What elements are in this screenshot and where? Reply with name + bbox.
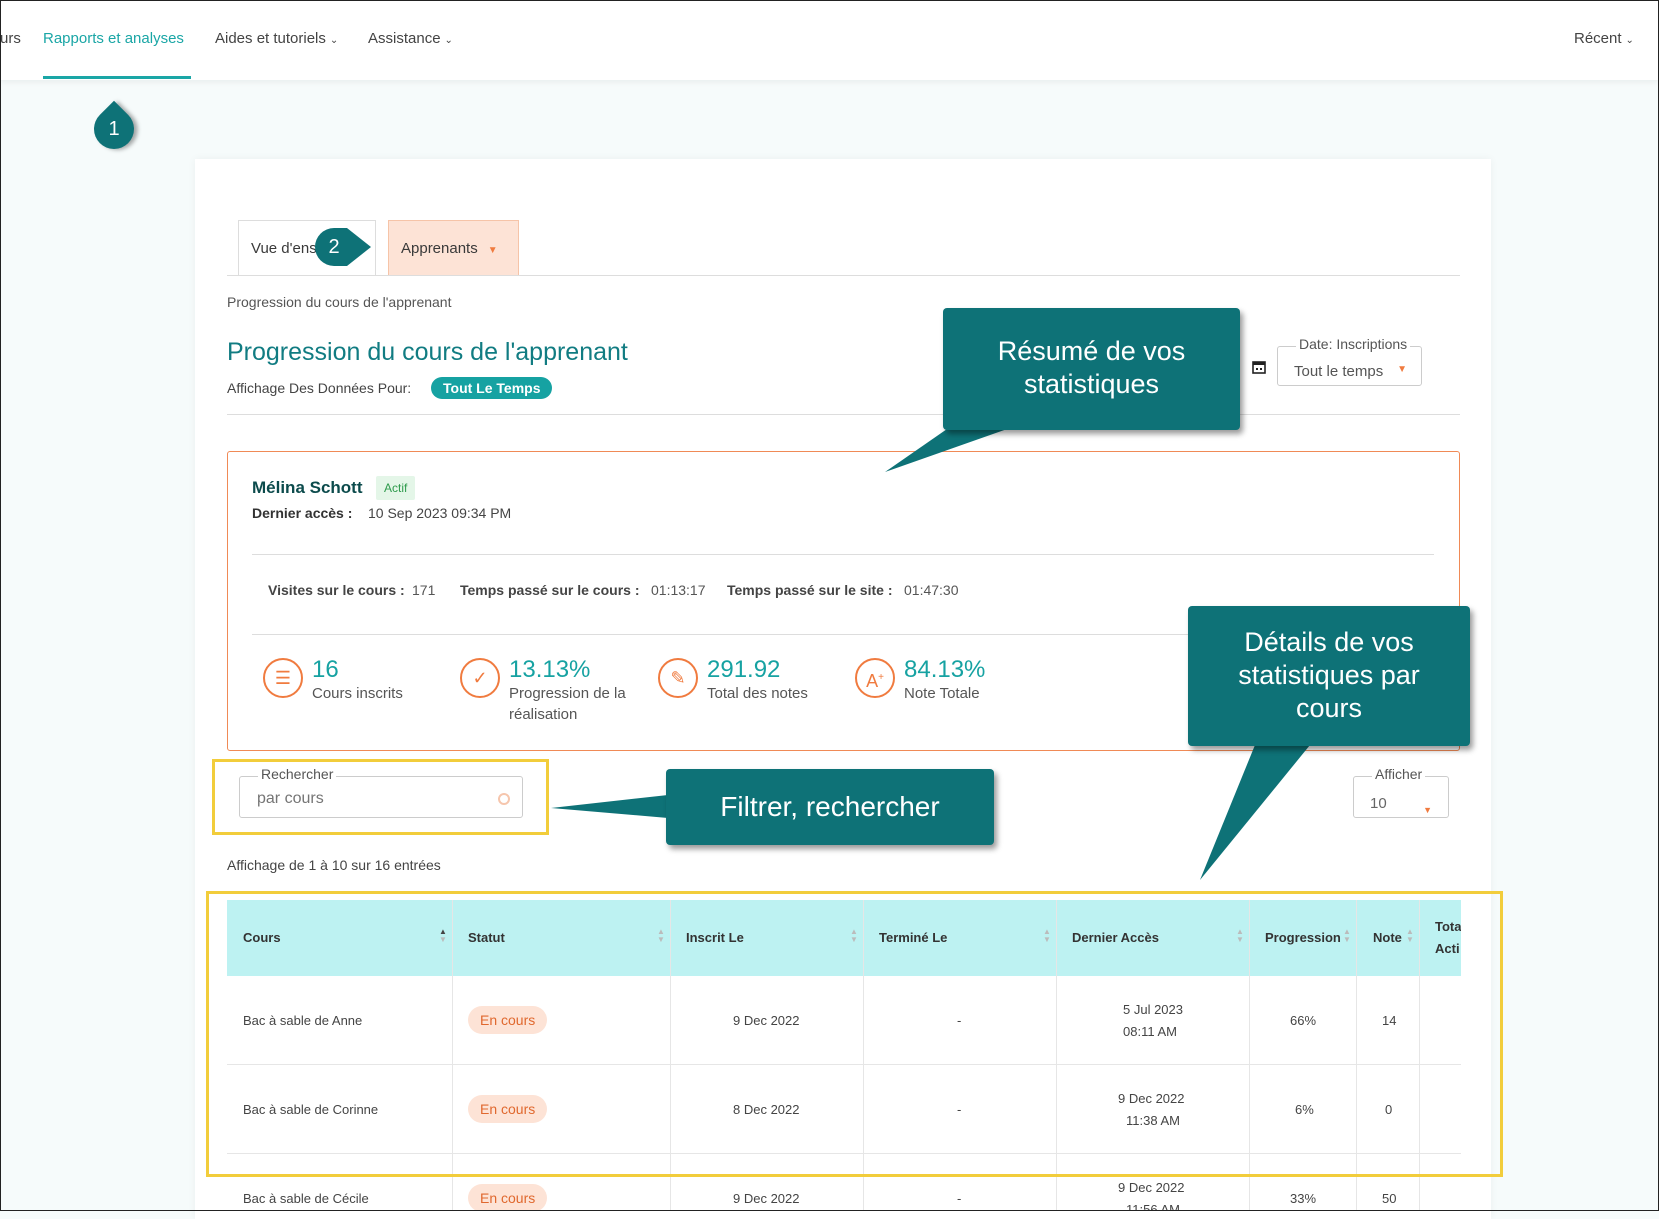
filter-callout-pointer (551, 795, 668, 818)
details-callout-line1: Détails de vos (1244, 627, 1414, 657)
summary-callout: Résumé de vos statistiques (943, 308, 1240, 430)
details-callout-line2: statistiques par (1238, 660, 1420, 690)
details-callout-line3: cours (1295, 693, 1363, 723)
summary-callout-line1: Résumé de vos (997, 336, 1186, 366)
filter-callout: Filtrer, rechercher (666, 769, 994, 845)
details-callout-pointer (1200, 745, 1310, 880)
summary-callout-line2: statistiques (1023, 369, 1160, 399)
details-callout: Détails de vos statistiques par cours (1188, 606, 1470, 746)
